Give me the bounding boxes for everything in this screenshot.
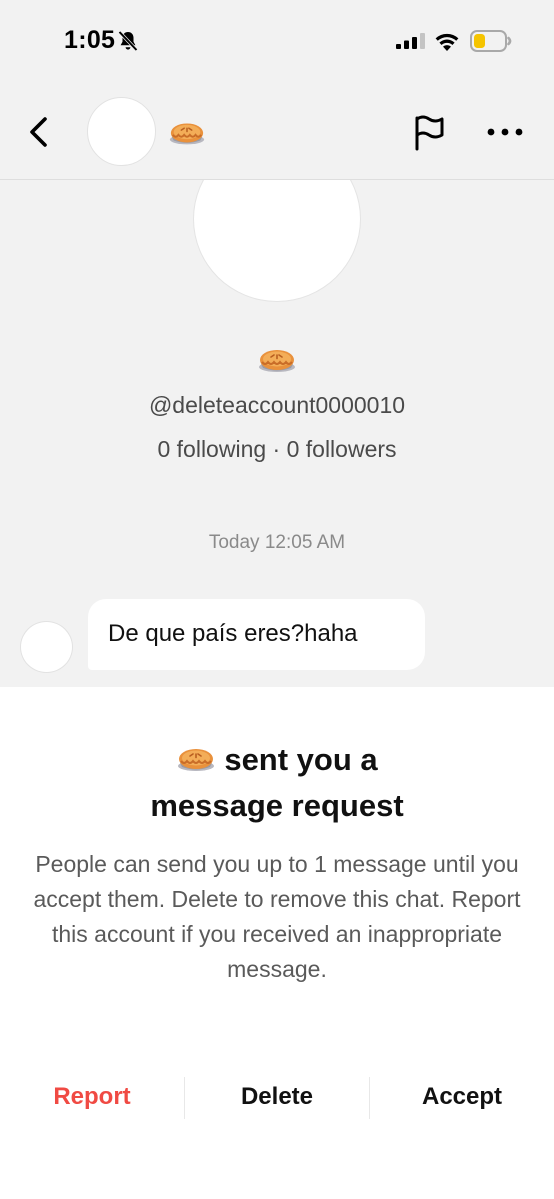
bell-slash-icon — [118, 30, 138, 52]
profile-username: @deleteaccount0000010 — [148, 392, 406, 418]
pie-emoji-icon — [259, 350, 295, 372]
request-title-line2: message request — [150, 788, 404, 823]
wifi-icon — [435, 33, 459, 51]
request-title-line1: sent you a — [224, 742, 378, 777]
request-title: sent you a message request — [0, 737, 554, 829]
chat-screen: 1:05 @deleteaccount0000010 0 following ·… — [0, 0, 554, 1199]
sender-avatar[interactable] — [20, 621, 73, 673]
request-actions: Report Delete Accept — [0, 1067, 554, 1127]
request-description: People can send you up to 1 message unti… — [33, 851, 521, 982]
message-bubble[interactable]: De que país eres?haha — [88, 599, 425, 670]
profile-stats: 0 following · 0 followers — [157, 436, 397, 462]
status-bar: 1:05 — [0, 0, 554, 90]
more-horizontal-icon[interactable] — [485, 122, 525, 142]
chevron-left-icon[interactable] — [24, 114, 54, 150]
status-time: 1:05 — [64, 26, 116, 54]
delete-button[interactable]: Delete — [185, 1067, 369, 1127]
chat-header — [0, 90, 554, 180]
accept-button[interactable]: Accept — [370, 1067, 554, 1127]
message-timestamp: Today 12:05 AM — [208, 532, 346, 553]
flag-icon[interactable] — [409, 112, 449, 152]
message-request-sheet: sent you a message request People can se… — [0, 687, 554, 1199]
cellular-signal-icon — [396, 33, 425, 49]
pie-emoji-icon — [178, 749, 215, 771]
report-button[interactable]: Report — [0, 1067, 184, 1127]
header-avatar[interactable] — [87, 97, 156, 166]
pie-emoji-icon[interactable] — [168, 116, 206, 148]
battery-low-icon — [470, 30, 512, 52]
